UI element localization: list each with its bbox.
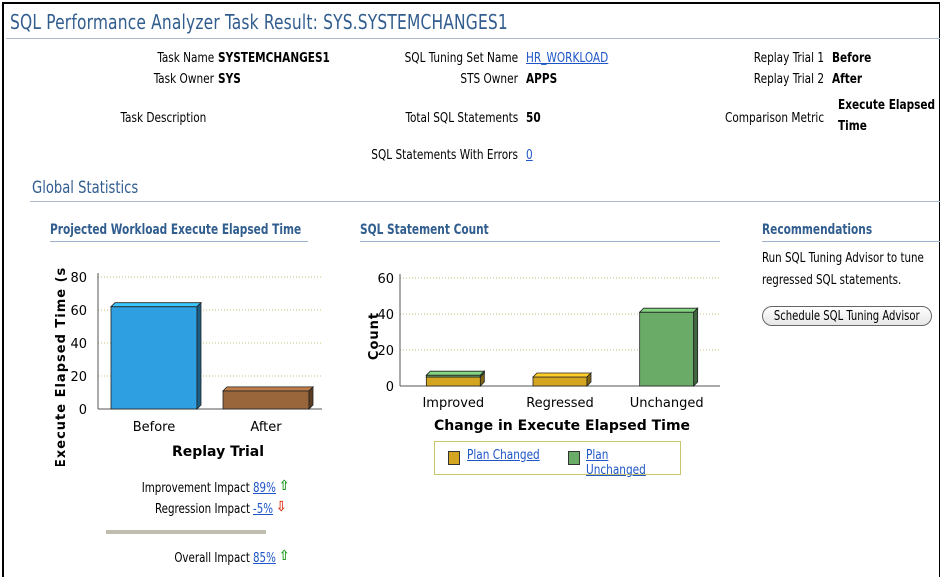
task-description-label: Task Description (120, 111, 206, 126)
projected-elapsed-time-chart: Execute Elapsed Time (s 0 20 40 60 80 Before… (54, 267, 322, 466)
arrow-down-icon: ⇩ (276, 499, 287, 515)
bar-unchanged-plan-unchanged (638, 307, 699, 387)
improvement-impact-link[interactable]: 89% (253, 481, 276, 496)
bar-after (222, 385, 314, 410)
arrow-up-icon: ⇧ (279, 548, 290, 564)
bar-before (110, 301, 202, 410)
x-axis-label: Change in Execute Elapsed Time (434, 418, 690, 434)
x-tick-label: Improved (422, 396, 484, 411)
projected-chart-title: Projected Workload Execute Elapsed Time (50, 222, 302, 238)
y-tick-label: 40 (377, 308, 394, 323)
page-title: SQL Performance Analyzer Task Result: SY… (10, 10, 508, 34)
y-tick-label: 60 (377, 272, 394, 287)
task-name-value: SYSTEMCHANGES1 (218, 51, 330, 66)
global-statistics-heading: Global Statistics (32, 178, 139, 198)
count-chart-title-rule (360, 241, 720, 242)
x-tick-label: Unchanged (630, 396, 704, 411)
statements-errors-link[interactable]: 0 (526, 148, 533, 163)
replay-trial-2-label: Replay Trial 2 (753, 72, 824, 87)
y-tick-label: 20 (70, 370, 87, 385)
count-chart-title: SQL Statement Count (360, 222, 489, 238)
replay-trial-2-value: After (832, 72, 863, 87)
comparison-metric-value-line1: Execute Elapsed (838, 98, 936, 113)
regression-impact-label: Regression Impact (154, 502, 250, 517)
task-owner-label: Task Owner (153, 72, 214, 87)
replay-trial-1-label: Replay Trial 1 (753, 51, 824, 66)
y-tick-label: 60 (70, 304, 87, 319)
projected-chart-title-rule (50, 241, 308, 242)
chart-legend: Plan Changed Plan Unchanged (434, 441, 681, 478)
improvement-impact-label: Improvement Impact (141, 481, 250, 496)
sts-owner-value: APPS (526, 72, 558, 87)
x-axis-label: Replay Trial (172, 444, 264, 460)
plan-unchanged-swatch (568, 451, 580, 465)
global-statistics-divider (30, 201, 940, 202)
title-divider (6, 38, 940, 39)
sts-name-label: SQL Tuning Set Name (404, 51, 518, 66)
recommendations-title: Recommendations (762, 222, 873, 238)
arrow-up-icon: ⇧ (279, 478, 290, 494)
sts-owner-label: STS Owner (460, 72, 518, 87)
y-axis-label: Execute Elapsed Time (s (54, 267, 69, 466)
replay-trial-1-value: Before (832, 51, 872, 66)
overall-impact-link[interactable]: 85% (253, 551, 276, 566)
total-statements-label: Total SQL Statements (405, 111, 518, 126)
plan-unchanged-link[interactable]: Plan Unchanged (586, 448, 671, 478)
y-tick-label: 80 (70, 271, 87, 286)
bar-regressed-plan-changed (532, 372, 592, 387)
plan-changed-swatch (448, 451, 460, 465)
task-name-label: Task Name (157, 51, 214, 66)
comparison-metric-label: Comparison Metric (724, 111, 824, 126)
statements-errors-label: SQL Statements With Errors (371, 148, 518, 163)
x-tick-label: Before (133, 420, 176, 435)
y-tick-label: 0 (386, 380, 394, 395)
bar-improved-plan-unchanged (425, 370, 486, 378)
schedule-sql-tuning-advisor-button[interactable]: Schedule SQL Tuning Advisor (762, 306, 932, 326)
impact-total-divider (106, 530, 266, 534)
y-tick-label: 20 (377, 344, 394, 359)
y-tick-label: 40 (70, 337, 87, 352)
sql-statement-count-chart: Count 0204060 Improved Regressed Unchanged… (367, 272, 720, 434)
x-tick-label: Regressed (526, 396, 594, 411)
recommendations-title-rule (762, 241, 940, 242)
y-tick-label: 0 (79, 403, 87, 418)
comparison-metric-value-line2: Time (838, 119, 867, 134)
recommendations-text-line2: regressed SQL statements. (762, 273, 902, 288)
sts-name-link[interactable]: HR_WORKLOAD (526, 51, 608, 66)
x-tick-label: After (250, 420, 282, 435)
overall-impact-label: Overall Impact (174, 551, 250, 566)
recommendations-text-line1: Run SQL Tuning Advisor to tune (762, 251, 924, 266)
task-owner-value: SYS (218, 72, 241, 87)
plan-changed-link[interactable]: Plan Changed (467, 448, 540, 463)
total-statements-value: 50 (526, 111, 541, 126)
regression-impact-link[interactable]: -5% (253, 502, 273, 517)
